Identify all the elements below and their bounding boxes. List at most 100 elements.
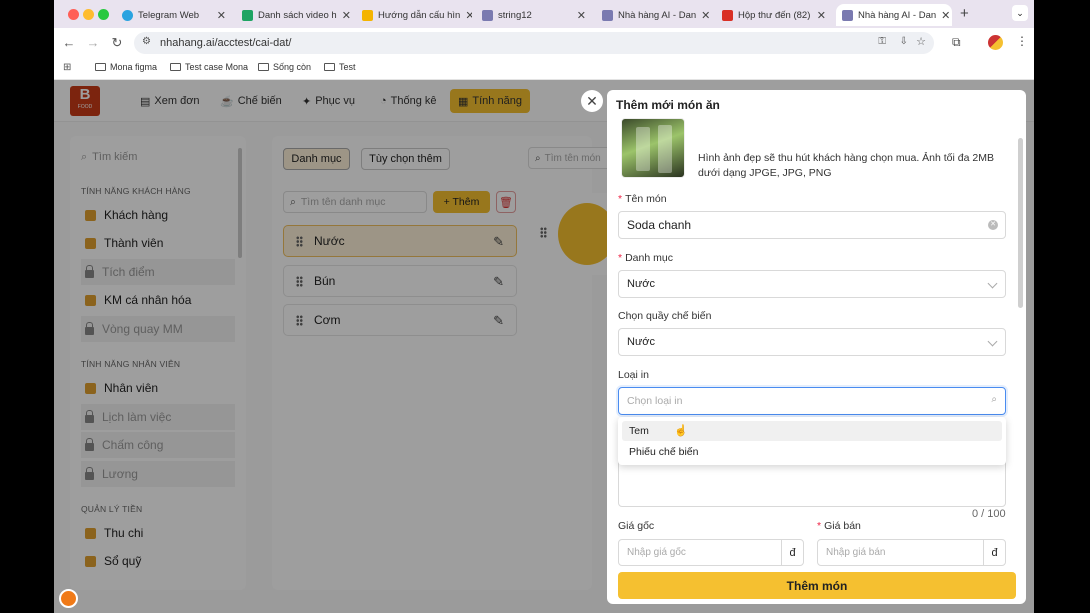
category-select[interactable]: Nước: [618, 270, 1006, 298]
tab-label: Danh sách video h: [258, 9, 337, 21]
telegram-icon: [122, 9, 133, 21]
sell-price-label: * Giá bán: [817, 520, 861, 532]
sheets-icon: [242, 9, 253, 21]
drive-icon: [362, 9, 373, 21]
add-dish-modal: Thêm mới món ăn Hình ảnh đẹp sẽ thu hút …: [607, 90, 1026, 604]
screen: Telegram Web ✕ Danh sách video h ✕ Hướng d…: [0, 0, 1090, 613]
install-icon[interactable]: ⇩: [900, 36, 908, 47]
currency-addon: đ: [781, 540, 803, 565]
bookmark-item[interactable]: Sống còn: [258, 62, 311, 72]
app-icon: [602, 9, 613, 21]
gmail-icon: [722, 9, 733, 21]
currency-addon: đ: [983, 540, 1005, 565]
button-label: Thêm món: [786, 578, 848, 593]
modal-scrollbar[interactable]: [1018, 138, 1023, 308]
bookmark-item[interactable]: Test case Mona: [170, 62, 248, 72]
folder-icon: [170, 63, 181, 71]
cost-price-input[interactable]: Nhập giá gốc đ: [618, 539, 804, 566]
add-dish-button[interactable]: Thêm món: [618, 572, 1016, 599]
print-option-phieu-che-bien[interactable]: Phiếu chế biến: [622, 442, 1002, 462]
cost-label: Giá gốc: [618, 520, 655, 532]
app-icon: [482, 9, 493, 21]
label-text: Danh mục: [625, 252, 673, 264]
bookmark-item[interactable]: Test: [324, 62, 356, 72]
dish-image-upload[interactable]: [621, 118, 685, 178]
bookmark-label: Sống còn: [273, 62, 312, 72]
browser-tab[interactable]: Hộp thư đến (82) ✕: [716, 4, 832, 26]
close-tab-icon[interactable]: ✕: [701, 9, 710, 22]
print-type-label: Loại in: [618, 369, 649, 381]
select-value: Nước: [627, 336, 656, 348]
close-tab-icon[interactable]: ✕: [342, 9, 351, 22]
close-tab-icon[interactable]: ✕: [577, 9, 586, 22]
glass-shape: [658, 125, 672, 173]
folder-icon: [95, 63, 106, 71]
image-hint: Hình ảnh đẹp sẽ thu hút khách hàng chọn …: [698, 152, 994, 179]
glass-shape: [636, 127, 650, 171]
tab-label: Hướng dẫn cấu hìn: [378, 9, 461, 21]
label-text: Tên món: [625, 193, 667, 205]
input-placeholder: Nhập giá bán: [826, 547, 886, 558]
chevron-down-icon: [987, 278, 998, 289]
bookmarks-bar: ⊞ Mona figma Test case Mona Sống còn Tes…: [54, 58, 1034, 80]
key-icon[interactable]: ⚿: [878, 36, 886, 47]
input-value: Soda chanh: [627, 218, 692, 232]
app-icon: [842, 9, 853, 21]
notification-bell-icon[interactable]: [59, 589, 78, 608]
apps-grid-icon[interactable]: ⊞: [63, 62, 71, 73]
site-info-icon[interactable]: ⚙: [142, 36, 151, 47]
station-label: Chọn quầy chế biến: [618, 310, 712, 322]
close-tab-icon[interactable]: ✕: [465, 9, 472, 22]
sell-price-input[interactable]: Nhập giá bán đ: [817, 539, 1006, 566]
close-tab-icon[interactable]: ✕: [817, 9, 826, 22]
browser-tab[interactable]: string12 ✕: [476, 4, 592, 26]
char-counter: 0 / 100: [972, 508, 1006, 520]
bookmark-label: Test: [339, 62, 356, 72]
station-select[interactable]: Nước: [618, 328, 1006, 356]
tab-label: Telegram Web: [138, 9, 200, 21]
profile-avatar[interactable]: [988, 35, 1003, 50]
close-tab-icon[interactable]: ✕: [217, 9, 226, 22]
close-tab-icon[interactable]: ✕: [941, 9, 950, 22]
cursor-pointer-icon: ☝: [674, 425, 688, 437]
address-bar-row: ← → ↻ ⚙ nhahang.ai/acctest/cai-dat/ ⚿ ⇩ …: [54, 28, 1034, 58]
clear-icon[interactable]: ✕: [988, 220, 998, 230]
modal-title: Thêm mới món ăn: [616, 98, 720, 112]
back-icon[interactable]: ←: [60, 34, 78, 52]
new-tab-icon[interactable]: +: [960, 5, 969, 22]
minimize-window-dot[interactable]: [83, 9, 94, 20]
bookmark-label: Mona figma: [110, 62, 158, 72]
dish-name-input[interactable]: Soda chanh ✕: [618, 211, 1006, 239]
folder-icon: [324, 63, 335, 71]
tab-bar: Telegram Web ✕ Danh sách video h ✕ Hướng d…: [54, 0, 1034, 28]
bookmark-item[interactable]: Mona figma: [95, 62, 157, 72]
browser-window: Telegram Web ✕ Danh sách video h ✕ Hướng d…: [54, 0, 1034, 613]
url-field[interactable]: ⚙ nhahang.ai/acctest/cai-dat/ ⚿ ⇩ ☆: [134, 32, 934, 54]
extensions-icon[interactable]: ⧉: [952, 35, 961, 50]
search-icon: ⌕: [991, 394, 997, 405]
star-icon[interactable]: ☆: [916, 35, 926, 48]
reload-icon[interactable]: ↻: [108, 34, 126, 52]
tab-search-icon[interactable]: ⌄: [1012, 5, 1028, 21]
browser-tab[interactable]: Hướng dẫn cấu hìn ✕: [356, 4, 472, 26]
chevron-down-icon: [987, 336, 998, 347]
option-label: Tem: [629, 425, 649, 437]
input-placeholder: Nhập giá gốc: [627, 547, 686, 558]
name-label: * Tên món: [618, 193, 667, 205]
option-label: Phiếu chế biến: [629, 446, 699, 458]
maximize-window-dot[interactable]: [98, 9, 109, 20]
browser-tab[interactable]: Nhà hàng AI - Dan ✕: [596, 4, 712, 26]
folder-icon: [258, 63, 269, 71]
close-icon[interactable]: ✕: [581, 90, 603, 112]
url-text: nhahang.ai/acctest/cai-dat/: [160, 37, 292, 49]
close-window-dot[interactable]: [68, 9, 79, 20]
menu-icon[interactable]: ⋮: [1016, 34, 1028, 48]
label-text: Giá bán: [824, 520, 861, 532]
browser-tab[interactable]: Danh sách video h ✕: [236, 4, 352, 26]
forward-icon[interactable]: →: [84, 34, 102, 52]
print-type-select[interactable]: Chọn loại in ⌕: [618, 387, 1006, 415]
browser-tab[interactable]: Telegram Web ✕: [116, 4, 232, 26]
tab-label: Nhà hàng AI - Dan: [858, 9, 937, 21]
select-value: Nước: [627, 278, 656, 290]
browser-tab-active[interactable]: Nhà hàng AI - Dan ✕: [836, 4, 952, 26]
